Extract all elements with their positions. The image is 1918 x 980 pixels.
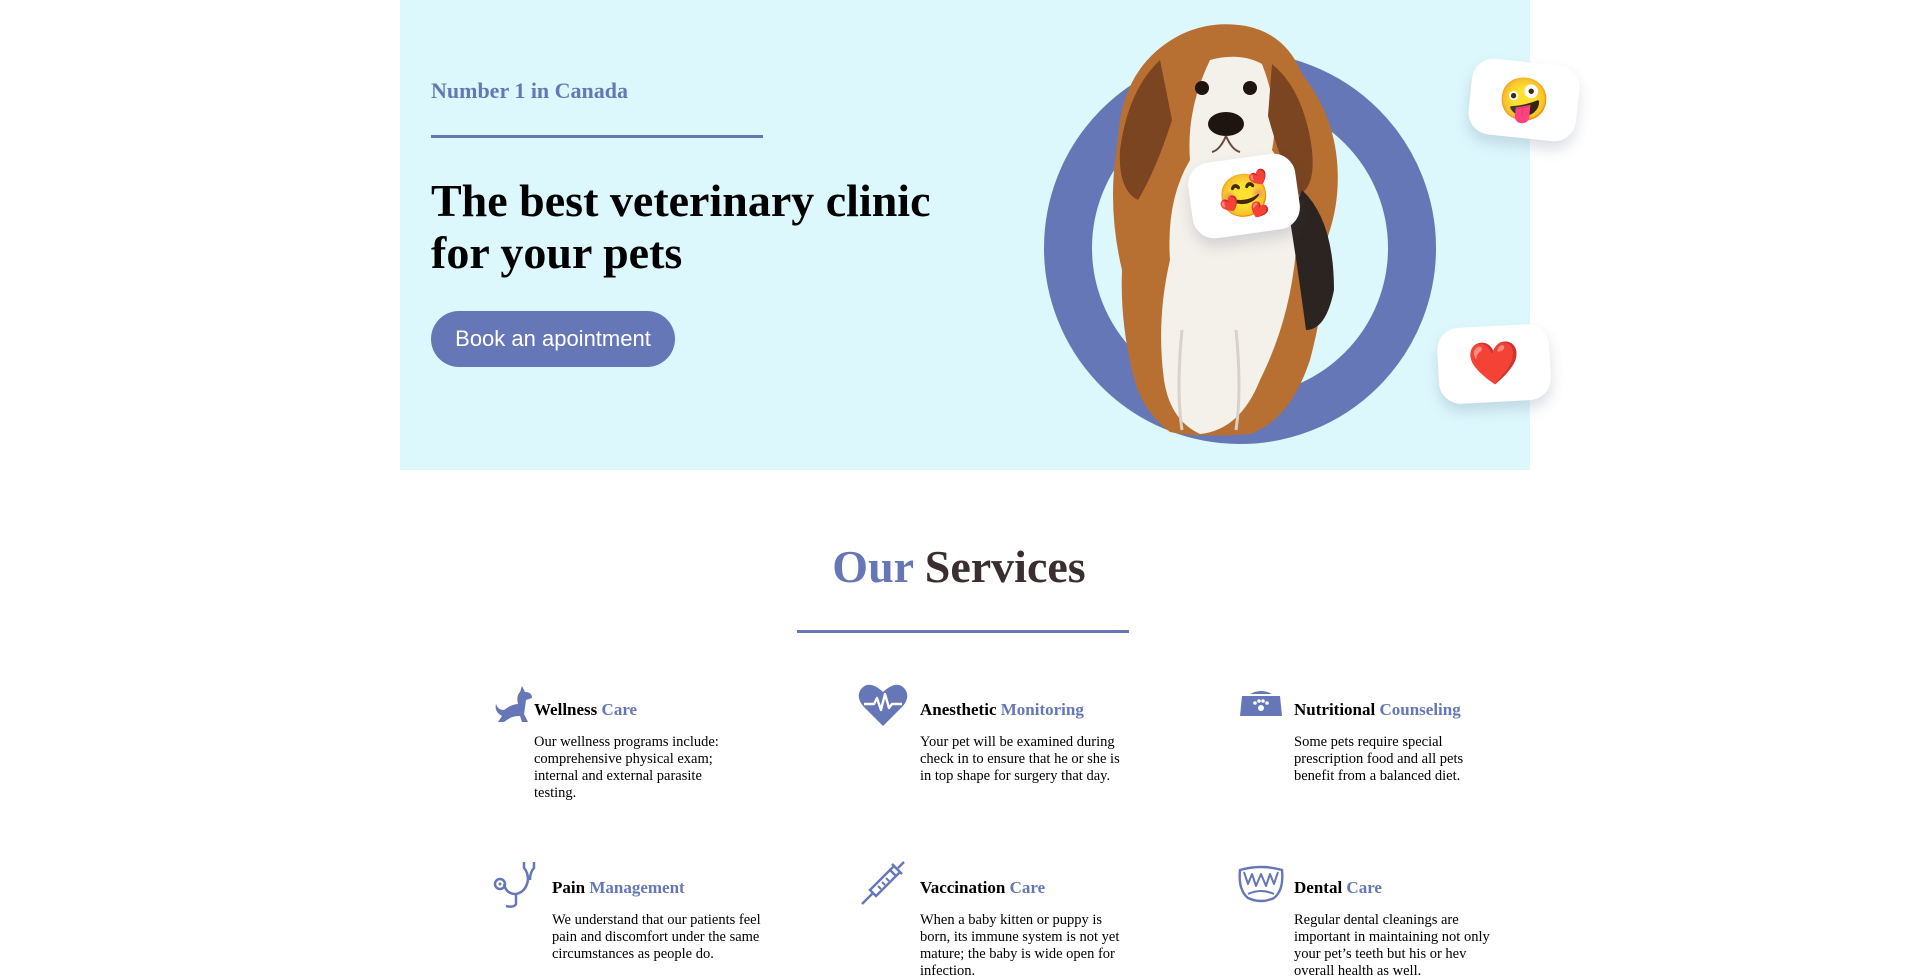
service-description: Your pet will be examined during check i… bbox=[920, 734, 1120, 784]
service-description: We understand that our patients feel pai… bbox=[552, 912, 761, 962]
pet-bowl-icon bbox=[1240, 691, 1282, 716]
service-title: Wellness Care bbox=[534, 700, 638, 719]
service-title: Pain Management bbox=[552, 878, 685, 897]
hero-section: Number 1 in Canada The best veterinary c… bbox=[400, 0, 1582, 470]
service-description: When a baby kitten or puppy is born, its… bbox=[920, 912, 1120, 979]
services-divider bbox=[797, 630, 1129, 633]
hero-title: The best veterinary clinic for your pets bbox=[431, 175, 931, 278]
service-vaccination-care: Vaccination Care When a baby kitten or p… bbox=[858, 860, 1148, 980]
silly-face-emoji: 🤪 bbox=[1495, 74, 1553, 127]
service-description: Our wellness programs include: comprehen… bbox=[534, 734, 719, 801]
emoji-bubble-love: 🥰 bbox=[1185, 150, 1303, 242]
service-title: Nutritional Counseling bbox=[1294, 700, 1461, 719]
service-title: Anesthetic Monitoring bbox=[920, 700, 1084, 719]
emoji-bubble-silly: 🤪 bbox=[1466, 56, 1582, 144]
services-title-accent: Our bbox=[832, 541, 914, 592]
service-title: Dental Care bbox=[1294, 878, 1382, 897]
service-dental-care: Dental Care Regular dental cleanings are… bbox=[1236, 860, 1536, 980]
service-description: Some pets require special prescription f… bbox=[1294, 734, 1464, 784]
service-pain-management: Pain Management We understand that our p… bbox=[490, 860, 780, 980]
service-title: Vaccination Care bbox=[920, 878, 1046, 897]
hero-tagline: Number 1 in Canada bbox=[431, 78, 629, 103]
stethoscope-icon bbox=[493, 862, 536, 908]
hero-illustration: 🤪 🥰 ❤️ bbox=[950, 0, 1582, 470]
service-anesthetic-monitoring: Anesthetic Monitoring Your pet will be e… bbox=[858, 682, 1148, 822]
syringe-icon bbox=[861, 861, 905, 905]
services-title-rest: Services bbox=[924, 541, 1086, 592]
emoji-bubble-heart: ❤️ bbox=[1436, 323, 1552, 405]
red-heart-emoji: ❤️ bbox=[1466, 340, 1522, 389]
hero-divider bbox=[431, 135, 763, 138]
service-wellness-care: Wellness Care Our wellness programs incl… bbox=[492, 682, 752, 822]
services-title: Our Services bbox=[0, 540, 1918, 593]
teeth-icon bbox=[1238, 865, 1284, 903]
book-appointment-button[interactable]: Book an apointment bbox=[431, 311, 675, 367]
service-nutritional-counseling: Nutritional Counseling Some pets require… bbox=[1238, 682, 1528, 822]
heartbeat-icon bbox=[858, 684, 908, 726]
smiling-hearts-emoji: 🥰 bbox=[1214, 170, 1274, 223]
dog-icon bbox=[495, 686, 532, 722]
service-description: Regular dental cleanings are important i… bbox=[1294, 912, 1490, 979]
